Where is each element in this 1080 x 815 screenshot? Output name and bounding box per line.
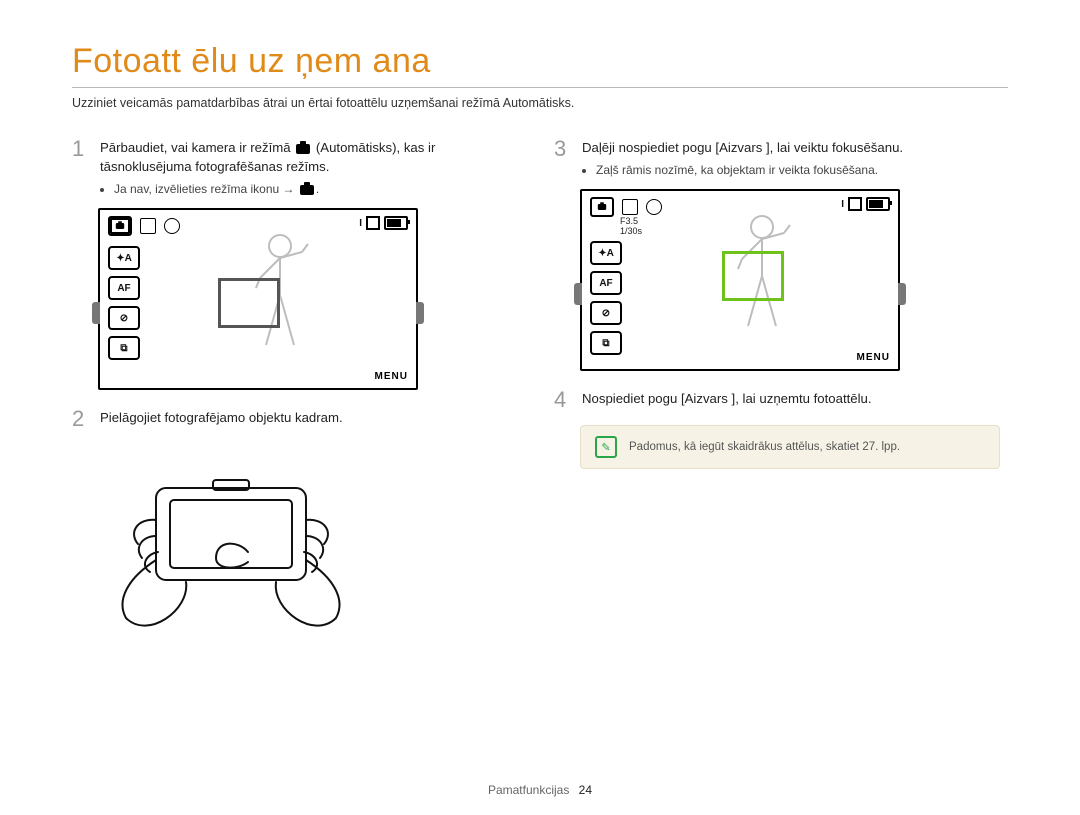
mode-icon <box>622 199 638 215</box>
step-number: 3 <box>554 138 572 179</box>
step1-text-a: Pārbaudiet, vai kamera ir režīmā <box>100 140 294 155</box>
menu-label: MENU <box>375 371 408 382</box>
step-number: 2 <box>72 408 90 430</box>
slider-tab-right <box>416 302 424 324</box>
step-2: 2 Pielāgojiet fotografējamo objektu kadr… <box>72 408 526 430</box>
lcd-side-icons: ✦A AF ⊘ ⧉ <box>108 246 140 360</box>
camera-icon <box>296 144 310 154</box>
camera-icon <box>300 185 314 195</box>
right-column: 3 Daļēji nospiediet pogu [Aizvars ], lai… <box>554 138 1008 640</box>
flash-auto-icon: ✦A <box>590 241 622 265</box>
exposure-readout: F3.5 1/30s <box>620 217 642 237</box>
shutter-value: 1/30s <box>620 227 642 237</box>
card-icon <box>848 197 862 211</box>
step-4: 4 Nospiediet pogu [Aizvars ], lai uzņemt… <box>554 389 1008 411</box>
footer-page-number: 24 <box>579 783 592 797</box>
intro-text: Uzziniet veicamās pamatdarbības ātrai un… <box>72 96 1008 110</box>
mode-camera-icon <box>590 197 614 217</box>
bracket-icon: I <box>841 199 844 210</box>
step-3: 3 Daļēji nospiediet pogu [Aizvars ], lai… <box>554 138 1008 179</box>
menu-label: MENU <box>857 352 890 363</box>
drive-icon: ⧉ <box>108 336 140 360</box>
af-icon: AF <box>590 271 622 295</box>
title-rule <box>72 87 1008 88</box>
step3-bullet: Zaļš rāmis nozīmē, ka objektam ir veikta… <box>596 163 1008 177</box>
battery-icon <box>384 216 408 230</box>
step1-bullet-text: Ja nav, izvēlieties režīma ikonu → <box>114 182 298 196</box>
step-number: 4 <box>554 389 572 411</box>
left-column: 1 Pārbaudiet, vai kamera ir režīmā (Auto… <box>72 138 526 640</box>
flash-auto-icon: ✦A <box>108 246 140 270</box>
step-number: 1 <box>72 138 90 198</box>
step1-bullet: Ja nav, izvēlieties režīma ikonu → . <box>114 182 526 196</box>
mode-icon <box>164 218 180 234</box>
footer-section: Pamatfunkcijas <box>488 783 569 797</box>
slider-tab-left <box>574 283 582 305</box>
mode-icon <box>140 218 156 234</box>
step-1: 1 Pārbaudiet, vai kamera ir režīmā (Auto… <box>72 138 526 198</box>
battery-icon <box>866 197 890 211</box>
step-text: Pārbaudiet, vai kamera ir režīmā (Automā… <box>100 138 526 176</box>
tip-note: ✎ Padomus, kā iegūt skaidrākus attēlus, … <box>580 425 1000 469</box>
lcd-preview-2: F3.5 1/30s I ✦A AF ⊘ ⧉ <box>580 189 1008 371</box>
mode-camera-icon <box>108 216 132 236</box>
timer-off-icon: ⊘ <box>108 306 140 330</box>
drive-icon: ⧉ <box>590 331 622 355</box>
step-text: Pielāgojiet fotografējamo objektu kadram… <box>100 408 526 427</box>
slider-tab-left <box>92 302 100 324</box>
focus-frame-locked <box>722 251 784 301</box>
mode-icon <box>646 199 662 215</box>
page-footer: Pamatfunkcijas 24 <box>0 783 1080 797</box>
page-title: Fotoatt ēlu uz ņem ana <box>72 42 1008 81</box>
step-text: Nospiediet pogu [Aizvars ], lai uzņemtu … <box>582 389 1008 408</box>
note-text: Padomus, kā iegūt skaidrākus attēlus, sk… <box>629 441 900 453</box>
af-icon: AF <box>108 276 140 300</box>
step-text: Daļēji nospiediet pogu [Aizvars ], lai v… <box>582 138 1008 157</box>
lcd-side-icons: ✦A AF ⊘ ⧉ <box>590 241 622 355</box>
slider-tab-right <box>898 283 906 305</box>
note-icon: ✎ <box>595 436 617 458</box>
focus-frame <box>218 278 280 328</box>
card-icon <box>366 216 380 230</box>
lcd-preview-1: I ✦A AF ⊘ ⧉ <box>98 208 526 390</box>
bracket-icon: I <box>359 218 362 229</box>
timer-off-icon: ⊘ <box>590 301 622 325</box>
hands-holding-camera-illustration <box>98 440 358 640</box>
